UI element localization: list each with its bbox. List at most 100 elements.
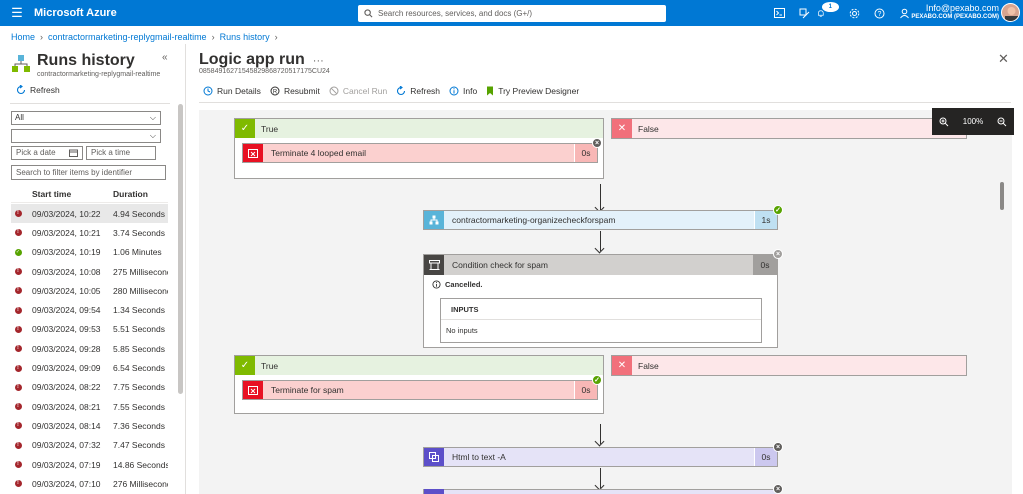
runs-history-panel: Runs history contractormarketing-replygm… <box>0 44 186 494</box>
table-row[interactable]: ! 09/03/2024, 10:21 3.74 Seconds <box>11 223 168 242</box>
global-search-input[interactable]: Search resources, services, and docs (G+… <box>358 5 666 22</box>
hamburger-menu-icon[interactable]: ☰ <box>0 5 34 21</box>
duration-cell: 1.34 Seconds <box>113 305 165 316</box>
condition-label: Condition check for spam <box>452 260 548 270</box>
table-row[interactable]: ! 09/03/2024, 10:08 275 Milliseconds <box>11 262 168 281</box>
action-html-to-text[interactable]: Html to text -A 0s <box>423 447 778 467</box>
branch-true-header[interactable]: ✓ True <box>235 119 603 138</box>
help-question-icon[interactable]: ? <box>867 8 892 19</box>
time-picker-input[interactable]: Pick a time <box>86 146 156 160</box>
user-account[interactable]: Info@pexabo.com PEXABO.COM (PEXABO.COM) <box>911 3 999 20</box>
run-id: 08584916271545829868720517175CU24 <box>199 68 330 75</box>
cancelled-status-icon: × <box>592 138 602 148</box>
table-row[interactable]: ! 09/03/2024, 08:21 7.55 Seconds <box>11 397 168 416</box>
table-row[interactable]: ! 09/03/2024, 07:19 14.86 Seconds <box>11 455 168 474</box>
table-row[interactable]: ! 09/03/2024, 10:05 280 Milliseconds <box>11 281 168 300</box>
canvas-scrollbar[interactable] <box>1000 182 1004 210</box>
info-button[interactable]: Info <box>449 86 477 96</box>
condition-status-text: Cancelled. <box>445 280 483 289</box>
zoom-in-icon[interactable] <box>939 117 949 127</box>
notifications-bell-icon[interactable]: 1 <box>817 2 842 19</box>
logic-app-icon <box>12 55 30 72</box>
breadcrumb-home[interactable]: Home <box>11 32 35 42</box>
status-cell: ! <box>11 287 25 295</box>
flow-arrow <box>600 424 601 444</box>
table-row[interactable]: ! 09/03/2024, 08:22 7.75 Seconds <box>11 378 168 397</box>
runs-table-header: Start time Duration <box>11 185 168 203</box>
divider <box>10 103 170 104</box>
action-terminate-for-spam[interactable]: Terminate for spam 0s <box>242 380 598 400</box>
branch-false-header[interactable]: ✕ False <box>612 356 966 375</box>
chevron-down-icon: ⌵ <box>149 113 156 122</box>
table-row[interactable]: ! 09/03/2024, 10:22 4.94 Seconds <box>11 204 168 224</box>
run-details-button[interactable]: Run Details <box>203 86 261 96</box>
left-scrollbar[interactable] <box>178 104 183 394</box>
condition-check-for-spam[interactable]: Condition check for spam 0s Cancelled. I… <box>423 254 778 348</box>
error-icon: ! <box>14 325 22 333</box>
status-cell: ! <box>11 441 25 449</box>
date-picker-input[interactable]: Pick a date <box>11 146 83 160</box>
refresh-icon <box>397 86 406 96</box>
branch-true-header[interactable]: ✓ True <box>235 356 603 375</box>
directory-filter-icon[interactable] <box>792 8 817 19</box>
action-organize-check-for-spam[interactable]: contractormarketing-organizecheckforspam… <box>423 210 778 230</box>
collapse-panel-icon[interactable]: « <box>162 52 168 63</box>
more-options-icon[interactable]: ··· <box>313 55 324 67</box>
info-label: Info <box>463 86 478 96</box>
refresh-button[interactable]: Refresh <box>16 85 60 95</box>
duration-cell: 7.75 Seconds <box>113 382 165 393</box>
settings-gear-icon[interactable] <box>842 8 867 19</box>
history-icon <box>203 86 213 96</box>
user-email: Info@pexabo.com <box>925 3 999 13</box>
success-check-icon: ✓ <box>14 248 22 256</box>
action-terminate-looped-email[interactable]: Terminate 4 looped email 0s <box>242 143 598 163</box>
start-time-cell: 09/03/2024, 09:54 <box>32 305 101 316</box>
table-row[interactable]: ! 09/03/2024, 08:14 7.36 Seconds <box>11 416 168 435</box>
flow-arrow <box>600 468 601 488</box>
cloud-shell-icon[interactable] <box>767 8 792 18</box>
try-preview-designer-button[interactable]: Try Preview Designer <box>486 86 579 96</box>
refresh-run-button[interactable]: Refresh <box>396 86 440 96</box>
table-row[interactable]: ✓ 09/03/2024, 10:19 1.06 Minutes <box>11 243 168 262</box>
brand-logo[interactable]: Microsoft Azure <box>34 7 117 19</box>
duration-cell: 6.54 Seconds <box>113 363 165 374</box>
breadcrumb-current[interactable]: Runs history <box>220 32 270 42</box>
checkmark-icon: ✓ <box>235 356 255 375</box>
svg-text:?: ? <box>878 11 882 18</box>
table-row[interactable]: ! 09/03/2024, 09:28 5.85 Seconds <box>11 339 168 358</box>
branch-true-label: True <box>261 123 279 134</box>
identifier-search-input[interactable]: Search to filter items by identifier <box>11 165 166 180</box>
action-next-partial[interactable] <box>423 489 778 494</box>
secondary-filter-dropdown[interactable]: ⌵ <box>11 129 161 143</box>
zoom-out-icon[interactable] <box>997 117 1007 127</box>
duration-cell: 4.94 Seconds <box>113 208 165 219</box>
branch-false-header[interactable]: ✕ False <box>612 119 966 138</box>
table-row[interactable]: ! 09/03/2024, 09:09 6.54 Seconds <box>11 358 168 377</box>
column-start-time[interactable]: Start time <box>11 189 113 199</box>
breadcrumb-app[interactable]: contractormarketing-replygmail-realtime <box>48 32 207 42</box>
status-filter-dropdown[interactable]: All ⌵ <box>11 111 161 125</box>
start-time-cell: 09/03/2024, 10:21 <box>32 227 101 238</box>
divider <box>199 102 1011 103</box>
table-row[interactable]: ! 09/03/2024, 07:32 7.47 Seconds <box>11 436 168 455</box>
action-label: contractormarketing-organizecheckforspam <box>452 215 616 225</box>
condition-header[interactable]: Condition check for spam 0s <box>424 255 777 275</box>
svg-text:R: R <box>273 89 278 95</box>
duration-cell: 280 Milliseconds <box>113 285 168 296</box>
action-label: Html to text -A <box>452 452 506 462</box>
branch-false-1[interactable]: ✕ False <box>611 118 967 139</box>
terminate-icon <box>243 144 263 162</box>
duration-cell: 276 Milliseconds <box>113 478 168 489</box>
branch-false-2[interactable]: ✕ False <box>611 355 967 376</box>
table-row[interactable]: ! 09/03/2024, 07:10 276 Milliseconds <box>11 474 168 493</box>
resubmit-button[interactable]: R Resubmit <box>270 86 320 96</box>
close-icon[interactable]: ✕ <box>998 51 1009 67</box>
table-row[interactable]: ! 09/03/2024, 09:53 5.51 Seconds <box>11 320 168 339</box>
column-duration[interactable]: Duration <box>113 189 148 199</box>
refresh-label: Refresh <box>30 85 60 95</box>
avatar[interactable] <box>1001 3 1020 22</box>
cancel-run-button[interactable]: Cancel Run <box>329 86 387 96</box>
table-row[interactable]: ! 09/03/2024, 09:54 1.34 Seconds <box>11 300 168 319</box>
cancelled-status-icon: × <box>773 442 783 452</box>
condition-icon <box>424 255 444 275</box>
